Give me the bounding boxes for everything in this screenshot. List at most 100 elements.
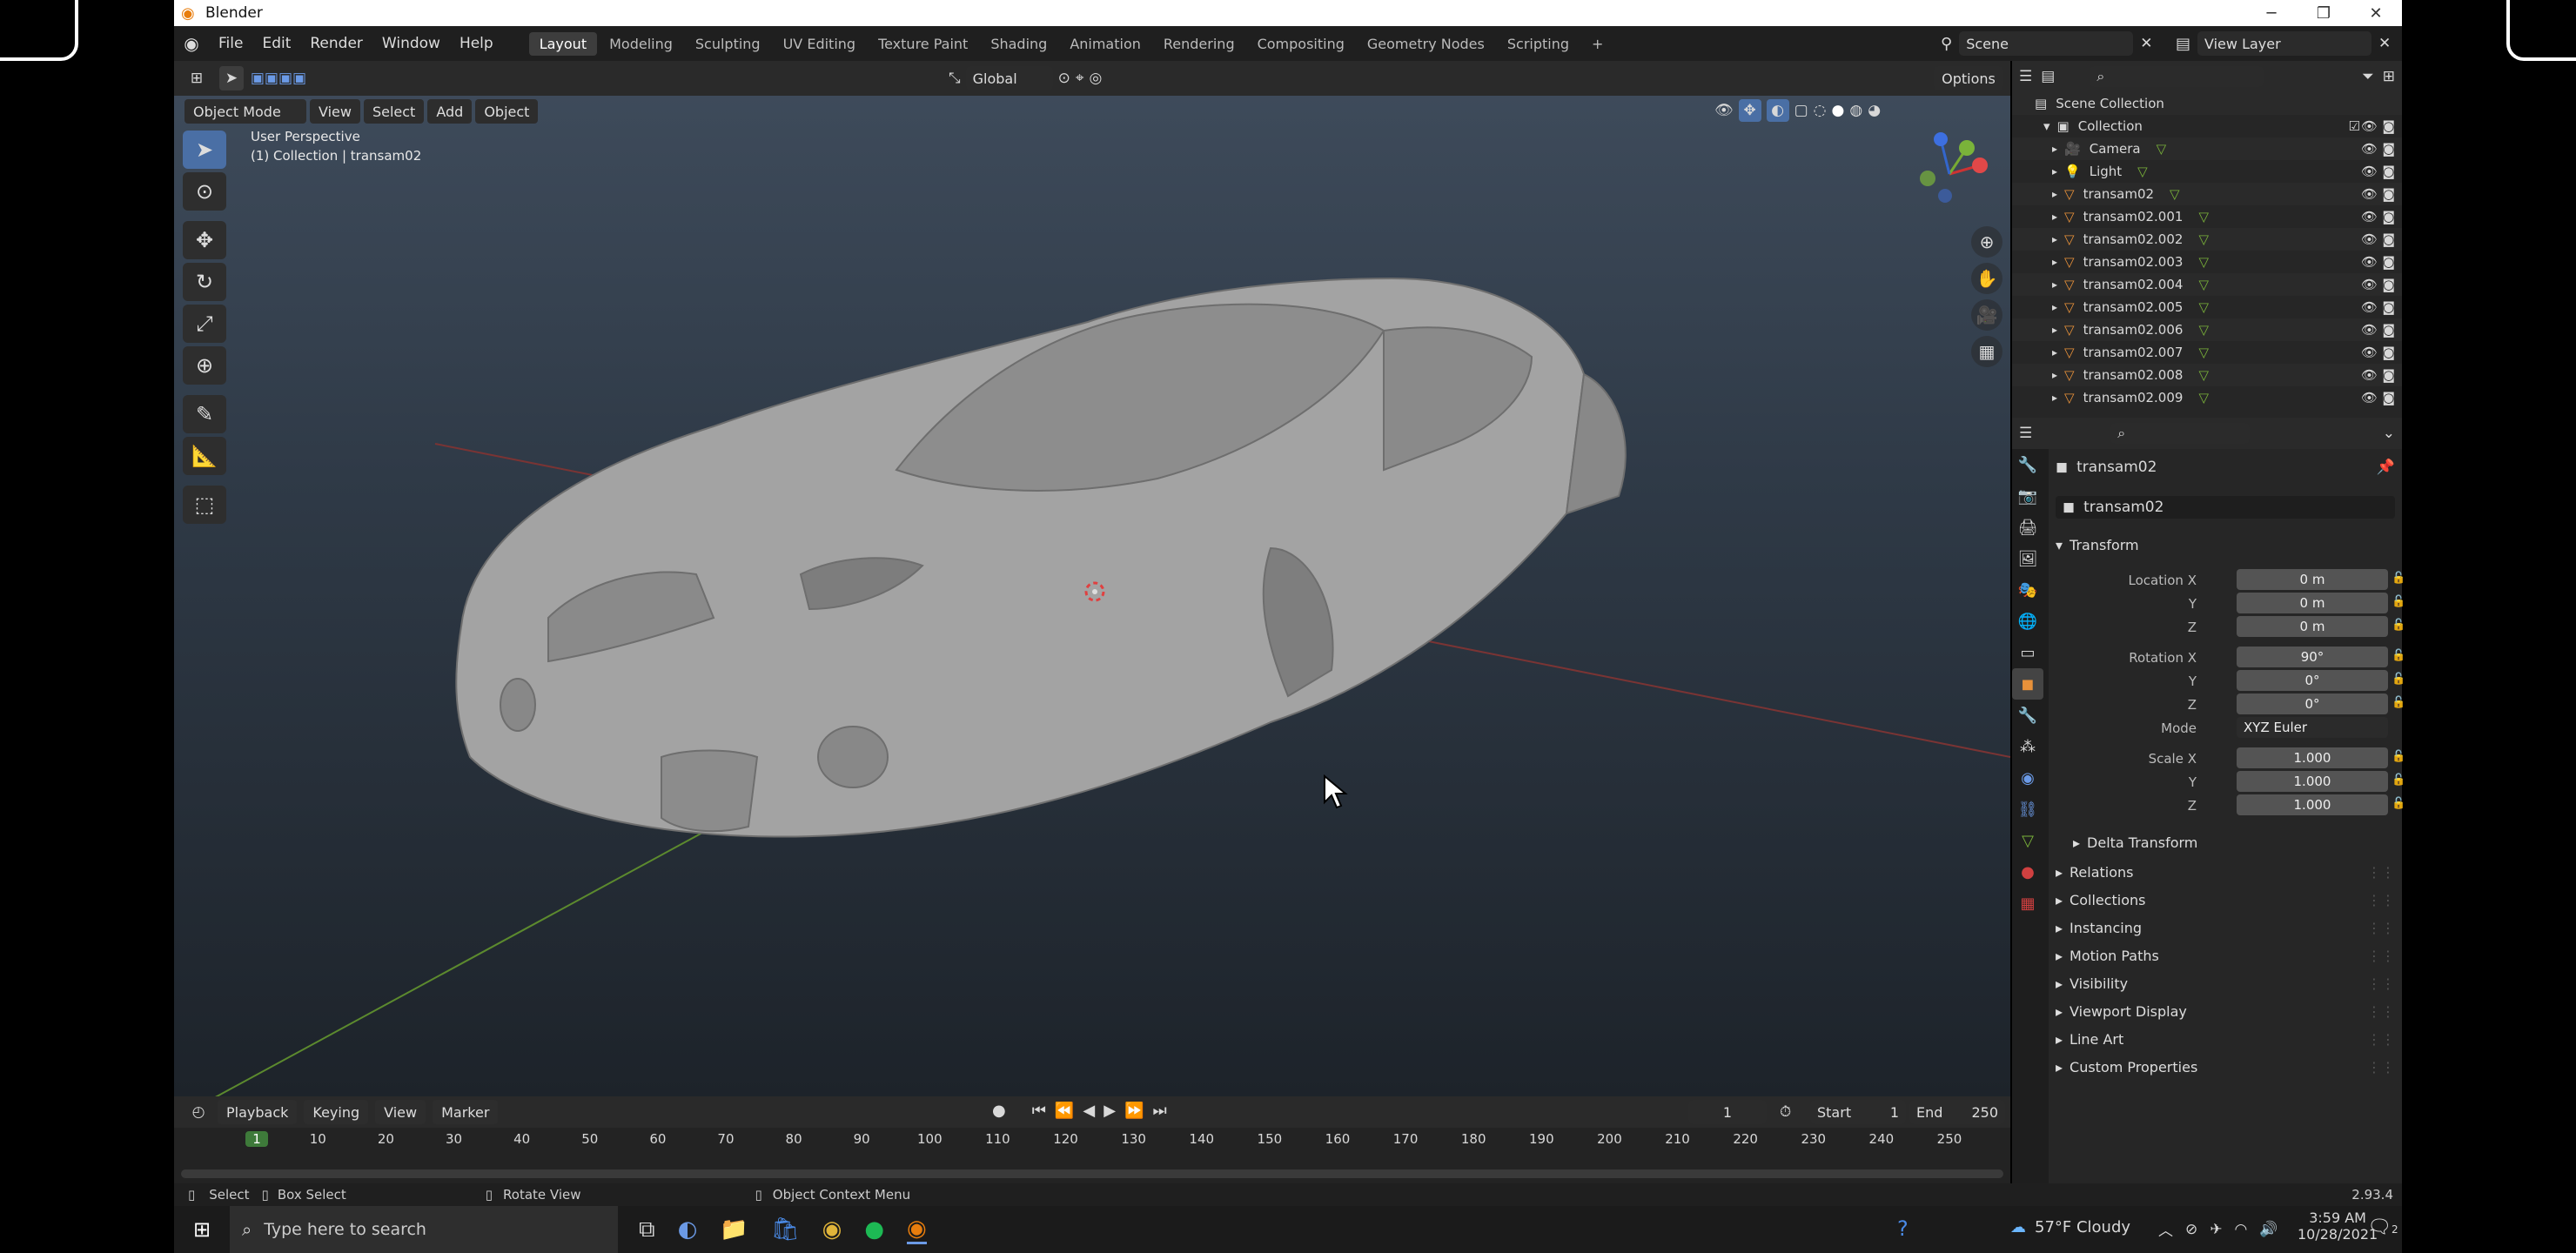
view-layer-field[interactable]: View Layer [2197, 31, 2372, 56]
property-panel[interactable]: ▸ Viewport Display ⋮⋮ [2056, 999, 2395, 1023]
orientation-dropdown[interactable]: Global [965, 66, 1053, 90]
blender-taskbar-icon[interactable]: ◉ [907, 1216, 927, 1244]
viewport-menu-select[interactable]: Select [363, 99, 425, 124]
menu-file[interactable]: File [209, 35, 252, 52]
transform-value-field[interactable]: 1.000 [2237, 794, 2388, 815]
lock-icon[interactable]: 🔓 [2392, 774, 2405, 787]
camera-view-icon[interactable]: 🎥 [1971, 299, 2002, 331]
world-tab-icon[interactable]: 🌐 [2012, 606, 2043, 637]
transform-value-field[interactable]: 90° [2237, 647, 2388, 667]
outliner-item[interactable]: ▸ ▽ transam02.005 ▽ 👁 ◙ [2012, 296, 2402, 318]
scale-tool-icon[interactable]: ⤢ [183, 305, 226, 343]
timeline-menu-view[interactable]: View [375, 1100, 426, 1124]
minimize-button[interactable]: ─ [2245, 0, 2298, 26]
expand-icon[interactable]: ▸ [2052, 165, 2057, 178]
annotate-tool-icon[interactable]: ✎ [183, 395, 226, 433]
steam-icon[interactable]: ◐ [678, 1216, 698, 1243]
weather-widget[interactable]: ☁ 57°F Cloudy [2010, 1218, 2130, 1236]
close-button[interactable]: ✕ [2350, 0, 2402, 26]
tab-scripting[interactable]: Scripting [1497, 32, 1580, 56]
pivot-icon[interactable]: ⊙ [1058, 70, 1070, 87]
property-panel[interactable]: ▸ Visibility ⋮⋮ [2056, 971, 2395, 995]
transform-value-field[interactable]: 0 m [2237, 616, 2388, 637]
add-cube-tool-icon[interactable]: ⬚ [183, 486, 226, 524]
prev-keyframe-icon[interactable]: ⏪ [1055, 1102, 1074, 1120]
camera-restrict-icon[interactable]: ◙ [2382, 367, 2395, 383]
scene-field[interactable]: Scene [1959, 31, 2134, 56]
tab-texture-paint[interactable]: Texture Paint [868, 32, 978, 56]
object-tab-icon[interactable]: ◼ [2012, 668, 2043, 700]
mode-dropdown[interactable]: Object Mode [184, 99, 306, 124]
outliner-editor-icon[interactable]: ☰ [2019, 68, 2032, 85]
lock-icon[interactable]: 🔓 [2392, 572, 2405, 585]
outliner-item[interactable]: ▸ ▽ transam02.004 ▽ 👁 ◙ [2012, 273, 2402, 296]
outliner-item[interactable]: ▸ ▽ transam02.003 ▽ 👁 ◙ [2012, 251, 2402, 273]
camera-restrict-icon[interactable]: ◙ [2382, 322, 2395, 338]
eye-icon[interactable]: 👁 [2361, 345, 2378, 360]
expand-icon[interactable]: ▸ [2052, 369, 2057, 381]
output-tab-icon[interactable]: 🖨 [2012, 512, 2043, 543]
tab-rendering[interactable]: Rendering [1153, 32, 1245, 56]
lock-icon[interactable]: 🔓 [2392, 797, 2405, 810]
collection-row[interactable]: ▾ ▣ Collection ☑ 👁 ◙ [2012, 115, 2402, 137]
lock-icon[interactable]: 🔓 [2392, 673, 2405, 686]
tab-shading[interactable]: Shading [980, 32, 1057, 56]
add-workspace-icon[interactable]: + [1581, 32, 1613, 56]
view-layer-tab-icon[interactable]: 🖼 [2012, 543, 2043, 574]
eye-icon[interactable]: 👁 [2361, 299, 2378, 315]
zoom-icon[interactable]: ⊕ [1971, 226, 2002, 258]
play-reverse-icon[interactable]: ◀ [1083, 1102, 1095, 1120]
close-icon[interactable]: ✕ [2140, 35, 2152, 52]
chevron-up-icon[interactable]: ︿ [2158, 1218, 2173, 1240]
outliner-item[interactable]: ▸ 💡 Light ▽ 👁 ◙ [2012, 160, 2402, 183]
expand-icon[interactable]: ▾ [2043, 118, 2050, 134]
menu-render[interactable]: Render [300, 35, 372, 52]
viewport-menu-add[interactable]: Add [427, 99, 473, 124]
start-frame-field[interactable]: Start 1 [1810, 1100, 1906, 1124]
pan-hand-icon[interactable]: ✋ [1971, 263, 2002, 294]
drag-handle-icon[interactable]: ⋮⋮ [2367, 948, 2395, 964]
display-mode-icon[interactable]: ▤ [2041, 68, 2055, 85]
timeline-editor-icon[interactable]: ◴ [183, 1103, 214, 1121]
property-panel[interactable]: ▸ Relations ⋮⋮ [2056, 860, 2395, 884]
measure-tool-icon[interactable]: 📐 [183, 437, 226, 475]
eye-icon[interactable]: 👁 [2361, 254, 2378, 270]
expand-icon[interactable]: ▸ [2052, 324, 2057, 336]
expand-icon[interactable]: ▸ [2052, 278, 2057, 291]
data-tab-icon[interactable]: ▽ [2012, 825, 2043, 856]
property-panel[interactable]: ▸ Collections ⋮⋮ [2056, 888, 2395, 912]
drag-handle-icon[interactable]: ⋮⋮ [2367, 975, 2395, 992]
cursor-tool-icon[interactable]: ⊙ [183, 172, 226, 211]
collection-tab-icon[interactable]: ▭ [2012, 637, 2043, 668]
pin-icon[interactable]: 📌 [2377, 459, 2395, 476]
tab-compositing[interactable]: Compositing [1247, 32, 1355, 56]
tab-layout[interactable]: Layout [528, 31, 598, 56]
eye-icon[interactable]: 👁 [2361, 164, 2378, 179]
expand-icon[interactable]: ▸ [2052, 301, 2057, 313]
camera-restrict-icon[interactable]: ◙ [2382, 254, 2395, 270]
select-tool-icon[interactable]: ➤ [219, 66, 244, 90]
rendered-shading-icon[interactable]: ◕ [1868, 102, 1881, 119]
camera-restrict-icon[interactable]: ◙ [2382, 141, 2395, 157]
viewport-menu-object[interactable]: Object [475, 99, 539, 124]
tab-sculpting[interactable]: Sculpting [685, 32, 771, 56]
eye-icon[interactable]: 👁 [2361, 186, 2378, 202]
filter-icon[interactable]: ⏷ [2362, 68, 2374, 85]
volume-icon[interactable]: 🔊 [2259, 1221, 2277, 1238]
eye-icon[interactable]: 👁 [2361, 118, 2378, 134]
editor-type-icon[interactable]: ⊞ [179, 70, 214, 87]
expand-icon[interactable]: ▸ [2052, 143, 2057, 155]
expand-icon[interactable]: ▸ [2052, 211, 2057, 223]
lock-icon[interactable]: 🔓 [2392, 649, 2405, 662]
camera-restrict-icon[interactable]: ◙ [2382, 231, 2395, 247]
3d-viewport[interactable]: ⊞ ➤ ▣▣▣▣ ⤡ Global ⊙ ⌖ ◎ Options Object M… [174, 61, 2010, 1096]
ortho-grid-icon[interactable]: ▦ [1971, 336, 2002, 367]
navigation-gizmo[interactable] [1906, 131, 1993, 218]
snap-icon[interactable]: ⌖ [1076, 70, 1084, 87]
play-icon[interactable]: ▶ [1104, 1102, 1116, 1120]
drag-handle-icon[interactable]: ⋮⋮ [2367, 892, 2395, 908]
windows-start-icon[interactable]: ⊞ [174, 1206, 230, 1253]
close-icon[interactable]: ✕ [2378, 35, 2391, 52]
object-name-field[interactable]: ◼ transam02 [2056, 496, 2395, 519]
drag-handle-icon[interactable]: ⋮⋮ [2367, 1031, 2395, 1048]
